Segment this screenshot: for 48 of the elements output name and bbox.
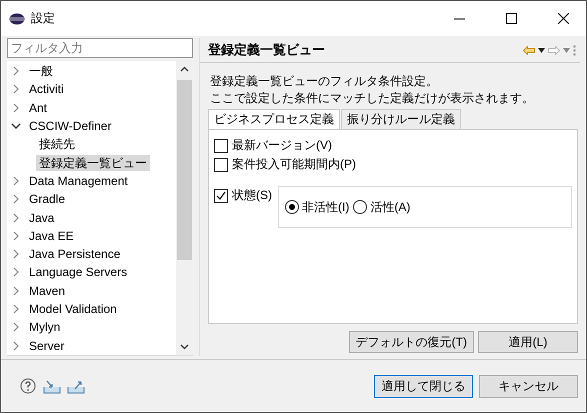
radio-button[interactable]: [285, 200, 299, 214]
tree-item[interactable]: Language Servers: [26, 264, 130, 280]
window-title: 設定: [31, 10, 56, 27]
tree-item[interactable]: Ant: [26, 100, 50, 116]
tree-item[interactable]: Server: [26, 338, 68, 354]
checkbox-label[interactable]: 最新バージョン(V): [232, 137, 332, 154]
description-text: ここで設定した条件にマッチした定義だけが表示されます。: [210, 90, 535, 107]
tree-item[interactable]: Maven: [26, 282, 68, 299]
apply-button[interactable]: 適用(L): [478, 331, 578, 353]
cancel-button[interactable]: キャンセル: [479, 374, 578, 398]
radio-label[interactable]: 活性(A): [370, 198, 410, 216]
tree-item[interactable]: Java: [26, 210, 58, 226]
tree-item[interactable]: Data Management: [26, 172, 131, 189]
apply-and-close-button[interactable]: 適用して閉じる: [374, 374, 473, 398]
maximize-icon[interactable]: [506, 13, 516, 24]
radio-label[interactable]: 非活性(I): [302, 198, 350, 216]
scroll-up-icon[interactable]: [180, 65, 189, 74]
tree-item[interactable]: CSCIW-Definer: [26, 118, 114, 134]
restore-defaults-button[interactable]: デフォルトの復元(T): [348, 331, 474, 353]
checkbox-label[interactable]: 案件投入可能期間内(P): [232, 156, 356, 173]
scroll-down-icon[interactable]: [180, 342, 189, 351]
page-title: 登録定義一覧ビュー: [208, 41, 326, 59]
tree-item[interactable]: 接続先: [36, 136, 78, 152]
scrollbar-thumb[interactable]: [177, 80, 192, 260]
tree-item[interactable]: 一般: [26, 63, 56, 80]
close-icon[interactable]: [558, 13, 568, 24]
tree-item[interactable]: Model Validation: [26, 301, 120, 317]
checkbox[interactable]: [214, 158, 228, 172]
tree-item[interactable]: Java EE: [26, 228, 77, 244]
checkbox-label[interactable]: 状態(S): [232, 187, 272, 204]
more-icon[interactable]: [573, 44, 576, 56]
checkbox[interactable]: [214, 188, 228, 202]
chevron-icon[interactable]: [11, 121, 21, 132]
radio-button[interactable]: [353, 200, 368, 214]
tree-item[interactable]: Activiti: [26, 81, 67, 98]
tab[interactable]: ビジネスプロセス定義: [208, 109, 340, 129]
app-icon: [9, 12, 25, 24]
tree-item[interactable]: Java Persistence: [26, 246, 124, 262]
tree-item[interactable]: Mylyn: [26, 319, 64, 336]
tree-item[interactable]: Gradle: [26, 191, 68, 208]
filter-field[interactable]: フィルタ入力: [7, 38, 193, 58]
import-icon[interactable]: [43, 378, 61, 394]
help-icon[interactable]: [19, 378, 37, 394]
tab[interactable]: 振り分けルール定義: [341, 109, 461, 129]
checkbox[interactable]: [214, 138, 228, 152]
description-text: 登録定義一覧ビューのフィルタ条件設定。: [210, 73, 439, 90]
dropdown-icon[interactable]: [538, 48, 545, 52]
tree-item[interactable]: 登録定義一覧ビュー: [36, 154, 150, 171]
